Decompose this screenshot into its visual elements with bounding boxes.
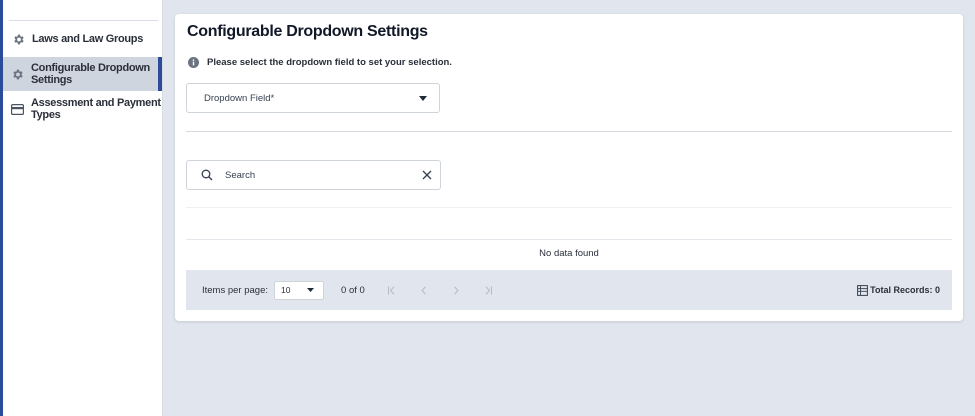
- table-icon: [857, 284, 869, 296]
- gear-icon: [11, 32, 25, 46]
- sidebar: Laws and Law Groups Configurable Dropdow…: [3, 0, 163, 416]
- search-box: [186, 160, 441, 190]
- total-records-label: Total Records: 0: [870, 285, 940, 295]
- paginator: Items per page: 10 0 of 0 Total Records:…: [186, 270, 952, 310]
- dropdown-field-label: Dropdown Field*: [204, 92, 275, 104]
- first-page-icon: [387, 285, 395, 295]
- caret-down-icon: [307, 288, 315, 292]
- search-icon: [201, 169, 213, 181]
- close-icon[interactable]: [422, 170, 432, 180]
- items-per-page-value: 10: [281, 285, 291, 295]
- dropdown-field-select[interactable]: Dropdown Field*: [186, 83, 440, 113]
- last-page-button[interactable]: [483, 285, 493, 295]
- info-text: Please select the dropdown field to set …: [207, 57, 452, 68]
- chevron-right-icon: [453, 285, 459, 295]
- gear-icon: [11, 67, 24, 81]
- table-header-divider: [186, 207, 952, 208]
- section-divider: [186, 131, 952, 132]
- items-per-page-select[interactable]: 10: [274, 280, 325, 300]
- search-input[interactable]: [223, 168, 407, 182]
- sidebar-item-label: Assessment and Payment Types: [31, 97, 161, 121]
- sidebar-divider: [9, 20, 158, 21]
- sidebar-item-label: Laws and Law Groups: [32, 33, 144, 45]
- items-per-page-label: Items per page:: [202, 284, 269, 296]
- sidebar-item-label: Configurable Dropdown Settings: [31, 62, 150, 86]
- settings-card: Configurable Dropdown Settings Please se…: [175, 14, 963, 321]
- card-icon: [11, 102, 24, 116]
- page-title: Configurable Dropdown Settings: [187, 23, 428, 40]
- table-row-divider: [186, 239, 952, 240]
- sidebar-item-configurable-dropdown-settings[interactable]: Configurable Dropdown Settings: [3, 57, 162, 91]
- last-page-icon: [485, 285, 492, 295]
- page-range-label: 0 of 0: [341, 284, 365, 296]
- info-message: Please select the dropdown field to set …: [188, 57, 452, 68]
- chevron-left-icon: [421, 285, 426, 295]
- sidebar-item-assessment-and-payment-types[interactable]: Assessment and Payment Types: [3, 92, 162, 126]
- previous-page-button[interactable]: [419, 285, 429, 295]
- first-page-button[interactable]: [387, 285, 397, 295]
- sidebar-item-laws-and-law-groups[interactable]: Laws and Law Groups: [3, 22, 162, 56]
- next-page-button[interactable]: [451, 285, 461, 295]
- empty-state-message: No data found: [539, 248, 599, 259]
- total-records: Total Records: 0: [857, 284, 940, 296]
- caret-down-icon: [419, 95, 427, 101]
- info-icon: [188, 57, 199, 68]
